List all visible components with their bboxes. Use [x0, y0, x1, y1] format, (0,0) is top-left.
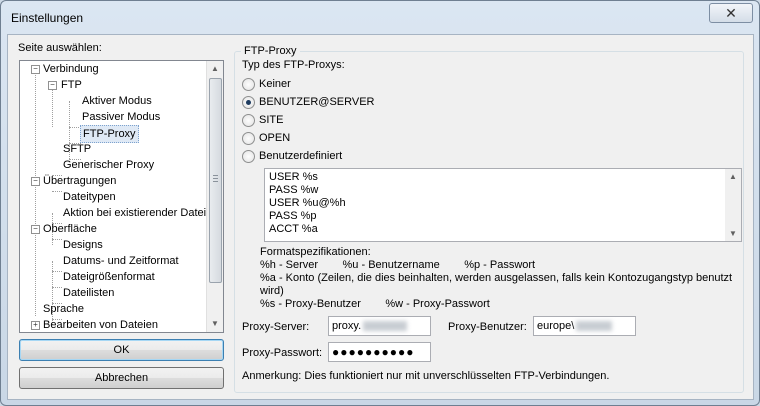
tree-item-sprache[interactable]: Sprache — [43, 301, 84, 317]
radio-label: BENUTZER@SERVER — [259, 96, 375, 108]
format-spec-line: %h - Server %u - Benutzername %p - Passw… — [260, 259, 536, 271]
tree-item-uebertragungen[interactable]: Übertragungen — [43, 173, 116, 189]
tree-item-datums-zeitformat[interactable]: Datums- und Zeitformat — [63, 253, 179, 269]
collapse-icon[interactable]: − — [31, 225, 40, 234]
scroll-down-icon[interactable]: ▼ — [729, 229, 737, 238]
redacted-text — [363, 321, 408, 332]
proxy-user-input[interactable]: europe\ — [533, 316, 636, 336]
radio-button[interactable] — [242, 113, 255, 127]
textarea-line: ACCT %a — [269, 223, 318, 235]
tree-item-ftp[interactable]: FTP — [61, 77, 82, 93]
radio-button[interactable] — [242, 149, 255, 163]
proxy-server-value: proxy. — [332, 320, 362, 332]
proxy-user-label: Proxy-Benutzer: — [448, 321, 527, 333]
format-spec-line: wird) — [260, 285, 284, 297]
proxy-user-value: europe\ — [537, 320, 575, 332]
tree-item-dateigroessenformat[interactable]: Dateigrößenformat — [63, 269, 155, 285]
radio-label: Benutzerdefiniert — [259, 150, 343, 162]
tree-item-passiver-modus[interactable]: Passiver Modus — [82, 109, 160, 125]
tree-scrollbar[interactable]: ▲ ▼ — [206, 61, 223, 332]
collapse-icon[interactable]: − — [31, 65, 40, 74]
tree-item-dateilisten[interactable]: Dateilisten — [63, 285, 114, 301]
scroll-thumb[interactable] — [209, 78, 222, 283]
tree-item-dateitypen[interactable]: Dateitypen — [63, 189, 116, 205]
radio-button-checked[interactable] — [242, 95, 255, 109]
tree-item-sftp[interactable]: SFTP — [63, 141, 91, 157]
dialog-client-area: Seite auswählen: − Verbindung − FTP Akti… — [7, 34, 754, 400]
ok-button[interactable]: OK — [19, 339, 224, 361]
format-spec-line: %s - Proxy-Benutzer %w - Proxy-Passwort — [260, 298, 490, 310]
radio-option-keiner[interactable]: Keiner — [242, 76, 291, 92]
textarea-line: USER %u@%h — [269, 197, 346, 209]
settings-tree[interactable]: − Verbindung − FTP Aktiver Modus Passive… — [19, 60, 224, 333]
textarea-line: PASS %w — [269, 184, 319, 196]
scroll-down-icon[interactable]: ▼ — [211, 319, 219, 328]
window-title: Einstellungen — [11, 11, 84, 25]
expand-icon[interactable]: + — [31, 321, 40, 330]
close-icon: ✕ — [725, 5, 737, 21]
tree-item-aktion-existierende-datei[interactable]: Aktion bei existierender Datei — [63, 205, 206, 221]
scroll-up-icon[interactable]: ▲ — [211, 64, 219, 73]
textarea-line: PASS %p — [269, 210, 317, 222]
radio-button[interactable] — [242, 131, 255, 145]
proxy-password-input[interactable]: ●●●●●●●●●● — [328, 342, 431, 362]
tree-item-bearbeiten-von-dateien[interactable]: Bearbeiten von Dateien — [43, 317, 158, 332]
tree-item-oberflaeche[interactable]: Oberfläche — [43, 221, 97, 237]
title-bar: Einstellungen ✕ — [1, 1, 759, 35]
radio-option-benutzerdefiniert[interactable]: Benutzerdefiniert — [242, 148, 342, 164]
textarea-scrollbar[interactable]: ▲ ▼ — [725, 169, 741, 241]
radio-label: SITE — [259, 114, 284, 126]
radio-option-site[interactable]: SITE — [242, 112, 283, 128]
radio-option-open[interactable]: OPEN — [242, 130, 290, 146]
proxy-server-input[interactable]: proxy. — [328, 316, 431, 336]
redacted-text — [576, 321, 613, 332]
tree-item-designs[interactable]: Designs — [63, 237, 103, 253]
close-button[interactable]: ✕ — [709, 3, 753, 23]
radio-label: Keiner — [259, 78, 291, 90]
proxy-password-label: Proxy-Passwort: — [242, 347, 323, 359]
format-spec-line: %a - Konto (Zeilen, die dies beinhalten,… — [260, 272, 733, 284]
collapse-icon[interactable]: − — [31, 177, 40, 186]
group-title: FTP-Proxy — [241, 45, 300, 57]
proxy-password-value: ●●●●●●●●●● — [332, 345, 415, 359]
collapse-icon[interactable]: − — [48, 81, 57, 90]
proxy-note: Anmerkung: Dies funktioniert nur mit unv… — [242, 370, 610, 382]
tree-item-verbindung[interactable]: Verbindung — [43, 61, 99, 77]
page-select-label: Seite auswählen: — [18, 42, 102, 54]
settings-dialog: Einstellungen ✕ Seite auswählen: − Verbi… — [0, 0, 760, 406]
radio-option-benutzer-server[interactable]: BENUTZER@SERVER — [242, 94, 374, 110]
format-spec-title: Formatspezifikationen: — [260, 246, 371, 258]
scroll-up-icon[interactable]: ▲ — [729, 172, 737, 181]
radio-label: OPEN — [259, 132, 291, 144]
tree-item-aktiver-modus[interactable]: Aktiver Modus — [82, 93, 152, 109]
textarea-line: USER %s — [269, 171, 318, 183]
tree-item-generischer-proxy[interactable]: Generischer Proxy — [63, 157, 154, 173]
radio-button[interactable] — [242, 77, 255, 91]
proxy-server-label: Proxy-Server: — [242, 321, 310, 333]
cancel-button[interactable]: Abbrechen — [19, 367, 224, 389]
proxy-type-label: Typ des FTP-Proxys: — [242, 59, 345, 71]
custom-login-sequence-textarea[interactable]: USER %s PASS %w USER %u@%h PASS %p ACCT … — [264, 168, 742, 242]
